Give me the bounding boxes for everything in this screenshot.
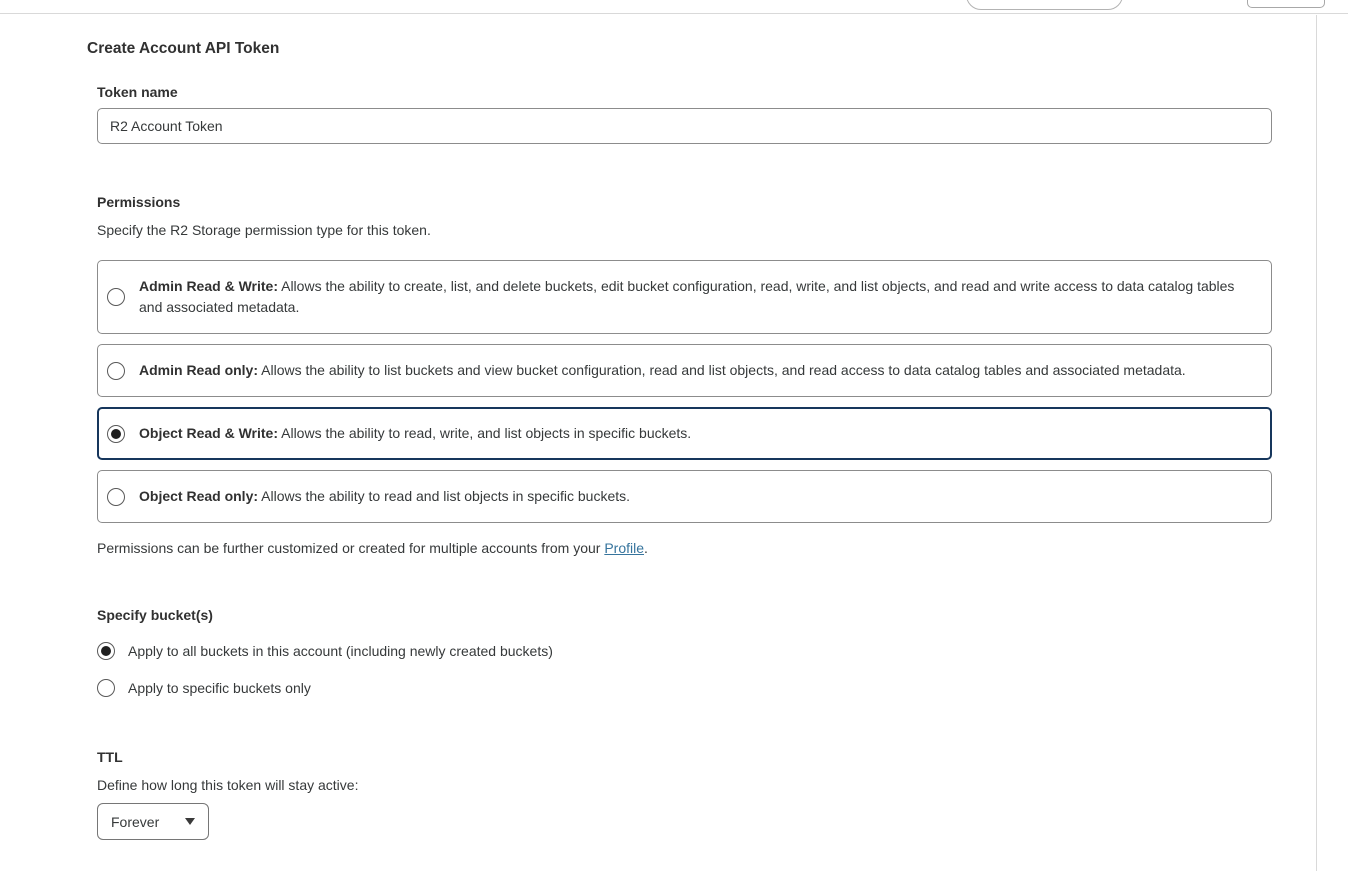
permission-option-title: Object Read & Write: (139, 425, 278, 441)
radio-checked-icon[interactable] (97, 642, 115, 660)
permission-option-object-read-write[interactable]: Object Read & Write: Allows the ability … (97, 407, 1272, 460)
radio-checked-icon[interactable] (107, 425, 125, 443)
ttl-label: TTL (97, 749, 1272, 765)
token-name-label: Token name (97, 84, 1272, 100)
ttl-selected-value: Forever (111, 814, 159, 830)
permissions-description: Specify the R2 Storage permission type f… (97, 222, 1272, 238)
bucket-option-all-buckets[interactable]: Apply to all buckets in this account (in… (97, 642, 1272, 660)
create-token-panel: Create Account API Token Token name Perm… (0, 15, 1317, 871)
permission-option-description: Allows the ability to list buckets and v… (261, 362, 1186, 378)
radio-unchecked-icon[interactable] (107, 488, 125, 506)
ttl-select[interactable]: Forever (97, 803, 209, 840)
permission-option-description: Allows the ability to read, write, and l… (281, 425, 691, 441)
radio-unchecked-icon[interactable] (97, 679, 115, 697)
chevron-down-icon (185, 818, 195, 825)
bucket-option-label: Apply to specific buckets only (128, 680, 311, 696)
permission-option-admin-read-only[interactable]: Admin Read only: Allows the ability to l… (97, 344, 1272, 397)
token-name-input[interactable] (97, 108, 1272, 144)
permissions-footnote: Permissions can be further customized or… (97, 540, 1272, 556)
radio-unchecked-icon[interactable] (107, 288, 125, 306)
permission-option-description: Allows the ability to read and list obje… (261, 488, 630, 504)
bucket-option-specific-buckets[interactable]: Apply to specific buckets only (97, 679, 1272, 697)
permission-option-description: Allows the ability to create, list, and … (139, 278, 1234, 315)
page-title: Create Account API Token (87, 40, 1316, 58)
top-pill-button[interactable] (966, 0, 1123, 10)
top-right-button[interactable] (1247, 0, 1325, 8)
permission-option-object-read-only[interactable]: Object Read only: Allows the ability to … (97, 470, 1272, 523)
radio-unchecked-icon[interactable] (107, 362, 125, 380)
footnote-text: Permissions can be further customized or… (97, 540, 604, 556)
specify-buckets-label: Specify bucket(s) (97, 607, 1272, 623)
footnote-period: . (644, 540, 648, 556)
top-bar (0, 0, 1348, 14)
bucket-option-label: Apply to all buckets in this account (in… (128, 643, 553, 659)
ttl-description: Define how long this token will stay act… (97, 777, 1272, 793)
permission-option-admin-read-write[interactable]: Admin Read & Write: Allows the ability t… (97, 260, 1272, 334)
permissions-label: Permissions (97, 194, 1272, 210)
permission-options: Admin Read & Write: Allows the ability t… (97, 260, 1272, 523)
profile-link[interactable]: Profile (604, 540, 644, 556)
permission-option-title: Object Read only: (139, 488, 258, 504)
permission-option-title: Admin Read only: (139, 362, 258, 378)
permission-option-title: Admin Read & Write: (139, 278, 278, 294)
